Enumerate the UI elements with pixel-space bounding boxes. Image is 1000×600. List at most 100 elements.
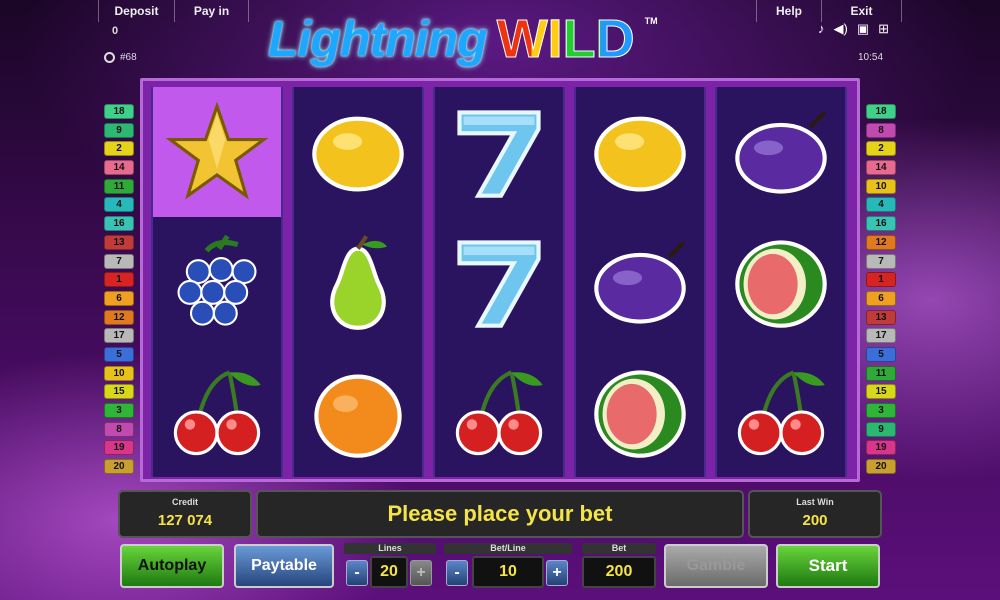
payline-badge-2: 2 bbox=[866, 141, 896, 157]
payline-badge-7: 7 bbox=[104, 253, 134, 269]
payline-badge-14: 14 bbox=[104, 160, 134, 176]
autoplay-button[interactable]: Autoplay bbox=[120, 544, 224, 588]
payline-badge-12: 12 bbox=[866, 234, 896, 250]
lines-plus-button[interactable]: + bbox=[410, 560, 432, 586]
reel-3 bbox=[433, 87, 565, 477]
payline-badge-13: 13 bbox=[104, 234, 134, 250]
symbol-star-icon bbox=[153, 87, 281, 217]
payline-badge-10: 10 bbox=[866, 178, 896, 194]
payline-badge-11: 11 bbox=[104, 178, 134, 194]
speaker-icon[interactable]: ◀) bbox=[834, 21, 848, 37]
symbol-plum-icon bbox=[717, 87, 845, 217]
payline-badge-7: 7 bbox=[866, 253, 896, 269]
payline-badge-4: 4 bbox=[866, 197, 896, 213]
game-logo: Lightning WILD TM bbox=[268, 8, 658, 70]
symbol-cherries-icon bbox=[717, 347, 845, 477]
lines-value: 20 bbox=[370, 556, 408, 588]
paytable-button[interactable]: Paytable bbox=[234, 544, 334, 588]
deposit-button[interactable]: Deposit bbox=[98, 0, 175, 22]
status-icons: ♪ ◀) ▣ ⊞ bbox=[818, 21, 889, 37]
credit-value: 127 074 bbox=[157, 512, 213, 529]
symbol-lemon-icon bbox=[294, 87, 422, 217]
reel-2 bbox=[292, 87, 424, 477]
help-button[interactable]: Help bbox=[756, 0, 822, 22]
payline-badge-1: 1 bbox=[866, 272, 896, 288]
payline-badge-14: 14 bbox=[866, 160, 896, 176]
payline-badge-11: 11 bbox=[866, 365, 896, 381]
payline-badge-13: 13 bbox=[866, 309, 896, 325]
payline-badge-6: 6 bbox=[866, 290, 896, 306]
symbol-seven-icon bbox=[435, 217, 563, 347]
lines-minus-button[interactable]: - bbox=[346, 560, 368, 586]
symbol-cherries-icon bbox=[153, 347, 281, 477]
credit-panel: Credit 127 074 bbox=[118, 490, 252, 538]
bet-line-plus-button[interactable]: + bbox=[546, 560, 568, 586]
payline-badge-8: 8 bbox=[104, 421, 134, 437]
gamble-button[interactable]: Gamble bbox=[664, 544, 768, 588]
payline-badge-17: 17 bbox=[866, 328, 896, 344]
payline-badge-2: 2 bbox=[104, 141, 134, 157]
payline-badge-1: 1 bbox=[104, 272, 134, 288]
payline-badge-3: 3 bbox=[104, 403, 134, 418]
pay-in-button[interactable]: Pay in bbox=[175, 0, 249, 22]
reel-5 bbox=[715, 87, 847, 477]
payline-badge-16: 16 bbox=[866, 216, 896, 232]
symbol-orange-icon bbox=[294, 347, 422, 477]
payline-badge-18: 18 bbox=[104, 104, 134, 119]
music-note-icon[interactable]: ♪ bbox=[818, 21, 825, 37]
symbol-seven-icon bbox=[435, 87, 563, 217]
symbol-watermelon-icon bbox=[576, 347, 704, 477]
payline-badge-20: 20 bbox=[866, 459, 896, 475]
symbol-plum-icon bbox=[576, 217, 704, 347]
payline-badge-12: 12 bbox=[104, 309, 134, 325]
payline-badge-20: 20 bbox=[104, 459, 134, 475]
exit-button[interactable]: Exit bbox=[822, 0, 902, 22]
last-win-panel: Last Win 200 bbox=[748, 490, 882, 538]
payline-badge-15: 15 bbox=[104, 384, 134, 400]
payline-badge-19: 19 bbox=[866, 440, 896, 456]
symbol-watermelon-icon bbox=[717, 217, 845, 347]
payline-badge-9: 9 bbox=[866, 421, 896, 437]
symbol-cherries-icon bbox=[435, 347, 563, 477]
round-number: #68 bbox=[120, 52, 137, 63]
payline-badge-4: 4 bbox=[104, 197, 134, 213]
message-panel: Please place your bet bbox=[256, 490, 744, 538]
payline-badge-9: 9 bbox=[104, 122, 134, 138]
symbol-lemon-icon bbox=[576, 87, 704, 217]
settings-icon[interactable]: ⊞ bbox=[878, 21, 889, 37]
lines-label: Lines bbox=[344, 543, 436, 554]
reel-4 bbox=[574, 87, 706, 477]
fullscreen-icon[interactable]: ▣ bbox=[857, 21, 869, 37]
payline-badge-15: 15 bbox=[866, 384, 896, 400]
paylines-right: 18 8 2 14 10 4 16 12 7 1 6 13 17 5 11 15 3 9 19 20 bbox=[866, 104, 896, 475]
reel-frame bbox=[140, 78, 860, 482]
replay-icon[interactable] bbox=[104, 52, 115, 63]
round-info: #68 bbox=[104, 52, 137, 63]
bet-label: Bet bbox=[582, 543, 656, 554]
bet-line-label: Bet/Line bbox=[444, 543, 572, 554]
logo-wild: WILD bbox=[496, 9, 635, 70]
deposit-amount: 0 bbox=[112, 25, 119, 37]
payline-badge-3: 3 bbox=[866, 403, 896, 418]
payline-badge-10: 10 bbox=[104, 365, 134, 381]
clock: 10:54 bbox=[858, 52, 884, 63]
reel-1 bbox=[151, 87, 283, 477]
payline-badge-8: 8 bbox=[866, 122, 896, 138]
symbol-pear-icon bbox=[294, 217, 422, 347]
payline-badge-5: 5 bbox=[866, 346, 896, 362]
last-win-label: Last Win bbox=[796, 497, 834, 507]
bet-value: 200 bbox=[582, 556, 656, 588]
credit-label: Credit bbox=[171, 497, 198, 507]
bet-line-value: 10 bbox=[472, 556, 544, 588]
payline-badge-18: 18 bbox=[866, 104, 896, 119]
last-win-value: 200 bbox=[802, 512, 828, 529]
payline-badge-16: 16 bbox=[104, 216, 134, 232]
logo-lightning: Lightning bbox=[268, 11, 488, 67]
bet-line-minus-button[interactable]: - bbox=[446, 560, 468, 586]
trademark: TM bbox=[644, 16, 658, 26]
payline-badge-5: 5 bbox=[104, 346, 134, 362]
paylines-left: 18 9 2 14 11 4 16 13 7 1 6 12 17 5 10 15 3 8 19 20 bbox=[104, 104, 134, 475]
payline-badge-17: 17 bbox=[104, 328, 134, 344]
start-button[interactable]: Start bbox=[776, 544, 880, 588]
symbol-grapes-icon bbox=[153, 217, 281, 347]
